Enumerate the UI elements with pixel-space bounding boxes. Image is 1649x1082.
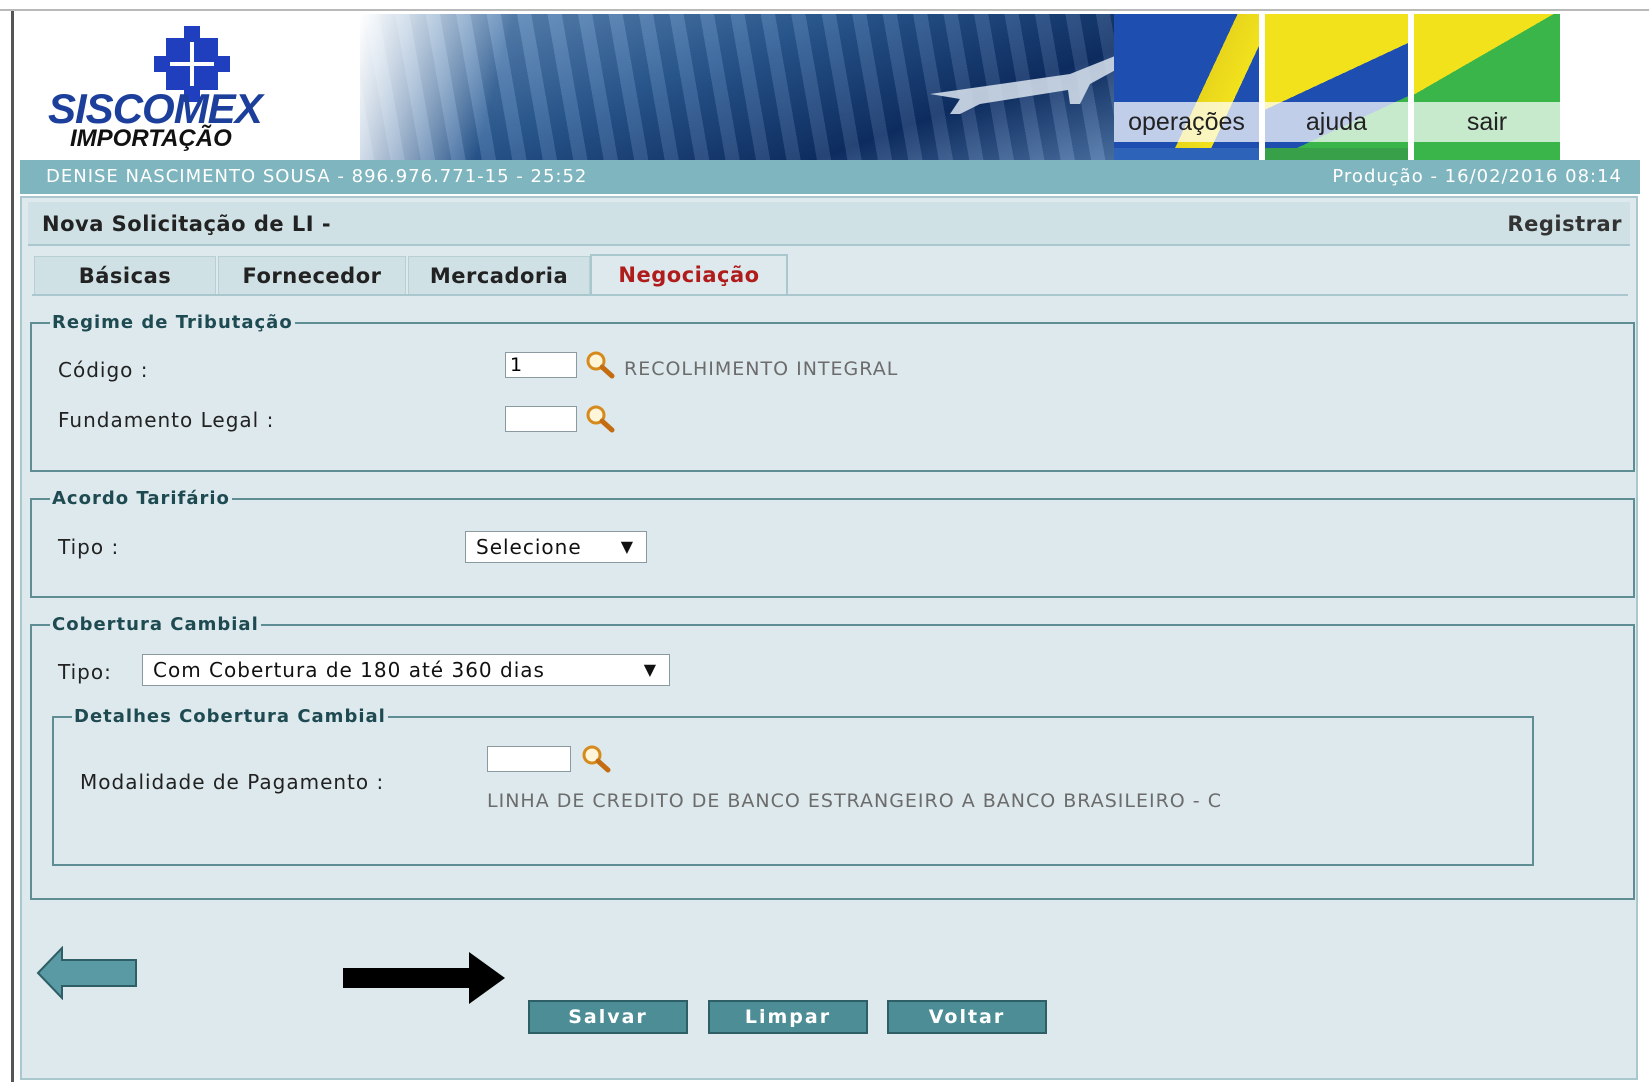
user-info: DENISE NASCIMENTO SOUSA - 896.976.771-15…: [46, 166, 588, 187]
fundamento-legal-input[interactable]: [505, 406, 577, 432]
environment-info: Produção - 16/02/2016 08:14: [1332, 166, 1622, 187]
modalidade-pagamento-label: Modalidade de Pagamento :: [80, 770, 385, 794]
cobertura-tipo-select[interactable]: Com Cobertura de 180 até 360 dias ▼: [142, 654, 670, 686]
regime-tributacao-fieldset: Regime de Tributação: [30, 312, 1635, 472]
nav-sair[interactable]: sair: [1414, 14, 1560, 160]
cobertura-cambial-legend: Cobertura Cambial: [52, 614, 259, 635]
codigo-search-icon[interactable]: [584, 350, 616, 380]
back-button[interactable]: Voltar: [887, 1000, 1047, 1034]
modalidade-description: LINHA DE CREDITO DE BANCO ESTRANGEIRO A …: [487, 790, 1222, 812]
codigo-description: RECOLHIMENTO INTEGRAL: [624, 358, 899, 380]
tab-basicas[interactable]: Básicas: [34, 256, 216, 295]
detalhes-cobertura-legend: Detalhes Cobertura Cambial: [74, 706, 386, 727]
tab-divider: [32, 294, 1628, 296]
acordo-tipo-select[interactable]: Selecione ▼: [465, 531, 647, 563]
dropdown-arrow-icon: ▼: [643, 660, 657, 679]
registrar-link[interactable]: Registrar: [1507, 202, 1622, 246]
panel-titlebar: Nova Solicitação de LI - Registrar: [28, 202, 1630, 246]
fundamento-search-icon[interactable]: [584, 404, 616, 434]
codigo-input[interactable]: [505, 352, 577, 378]
codigo-label: Código :: [58, 358, 149, 382]
clear-button[interactable]: Limpar: [708, 1000, 868, 1034]
airplane-icon: [930, 54, 1130, 114]
tab-negociacao[interactable]: Negociação: [590, 254, 788, 296]
tab-fornecedor[interactable]: Fornecedor: [218, 256, 406, 295]
header: SISCOMEX IMPORTAÇÃO operações ajuda sair: [20, 14, 1640, 160]
pointer-arrow-icon: [343, 952, 505, 1004]
siscomex-logo: SISCOMEX IMPORTAÇÃO: [20, 14, 375, 160]
tab-mercadoria[interactable]: Mercadoria: [408, 256, 590, 295]
nav-operacoes[interactable]: operações: [1114, 14, 1259, 160]
acordo-tarifario-fieldset: Acordo Tarifário: [30, 488, 1635, 598]
user-info-bar: DENISE NASCIMENTO SOUSA - 896.976.771-15…: [20, 160, 1640, 194]
save-button[interactable]: Salvar: [528, 1000, 688, 1034]
top-border: [0, 9, 1649, 11]
acordo-tipo-value: Selecione: [476, 535, 582, 559]
back-arrow-icon[interactable]: [36, 946, 138, 1000]
regime-tributacao-legend: Regime de Tributação: [52, 312, 293, 333]
acordo-tarifario-legend: Acordo Tarifário: [52, 488, 230, 509]
nav-ajuda-label: ajuda: [1265, 102, 1408, 142]
page-title: Nova Solicitação de LI -: [42, 212, 332, 236]
header-banner-image: [360, 14, 1182, 160]
logo-title: SISCOMEX: [48, 85, 263, 132]
logo-subtitle: IMPORTAÇÃO: [70, 125, 232, 152]
dropdown-arrow-icon: ▼: [620, 537, 634, 556]
modalidade-search-icon[interactable]: [580, 744, 612, 774]
nav-operacoes-label: operações: [1114, 102, 1259, 142]
cobertura-tipo-label: Tipo:: [58, 660, 112, 684]
modalidade-pagamento-input[interactable]: [487, 746, 571, 772]
acordo-tipo-label: Tipo :: [58, 535, 120, 559]
cobertura-tipo-value: Com Cobertura de 180 até 360 dias: [153, 658, 545, 682]
nav-ajuda[interactable]: ajuda: [1265, 14, 1408, 160]
left-border: [11, 11, 14, 1082]
fundamento-legal-label: Fundamento Legal :: [58, 408, 275, 432]
nav-sair-label: sair: [1414, 102, 1560, 142]
